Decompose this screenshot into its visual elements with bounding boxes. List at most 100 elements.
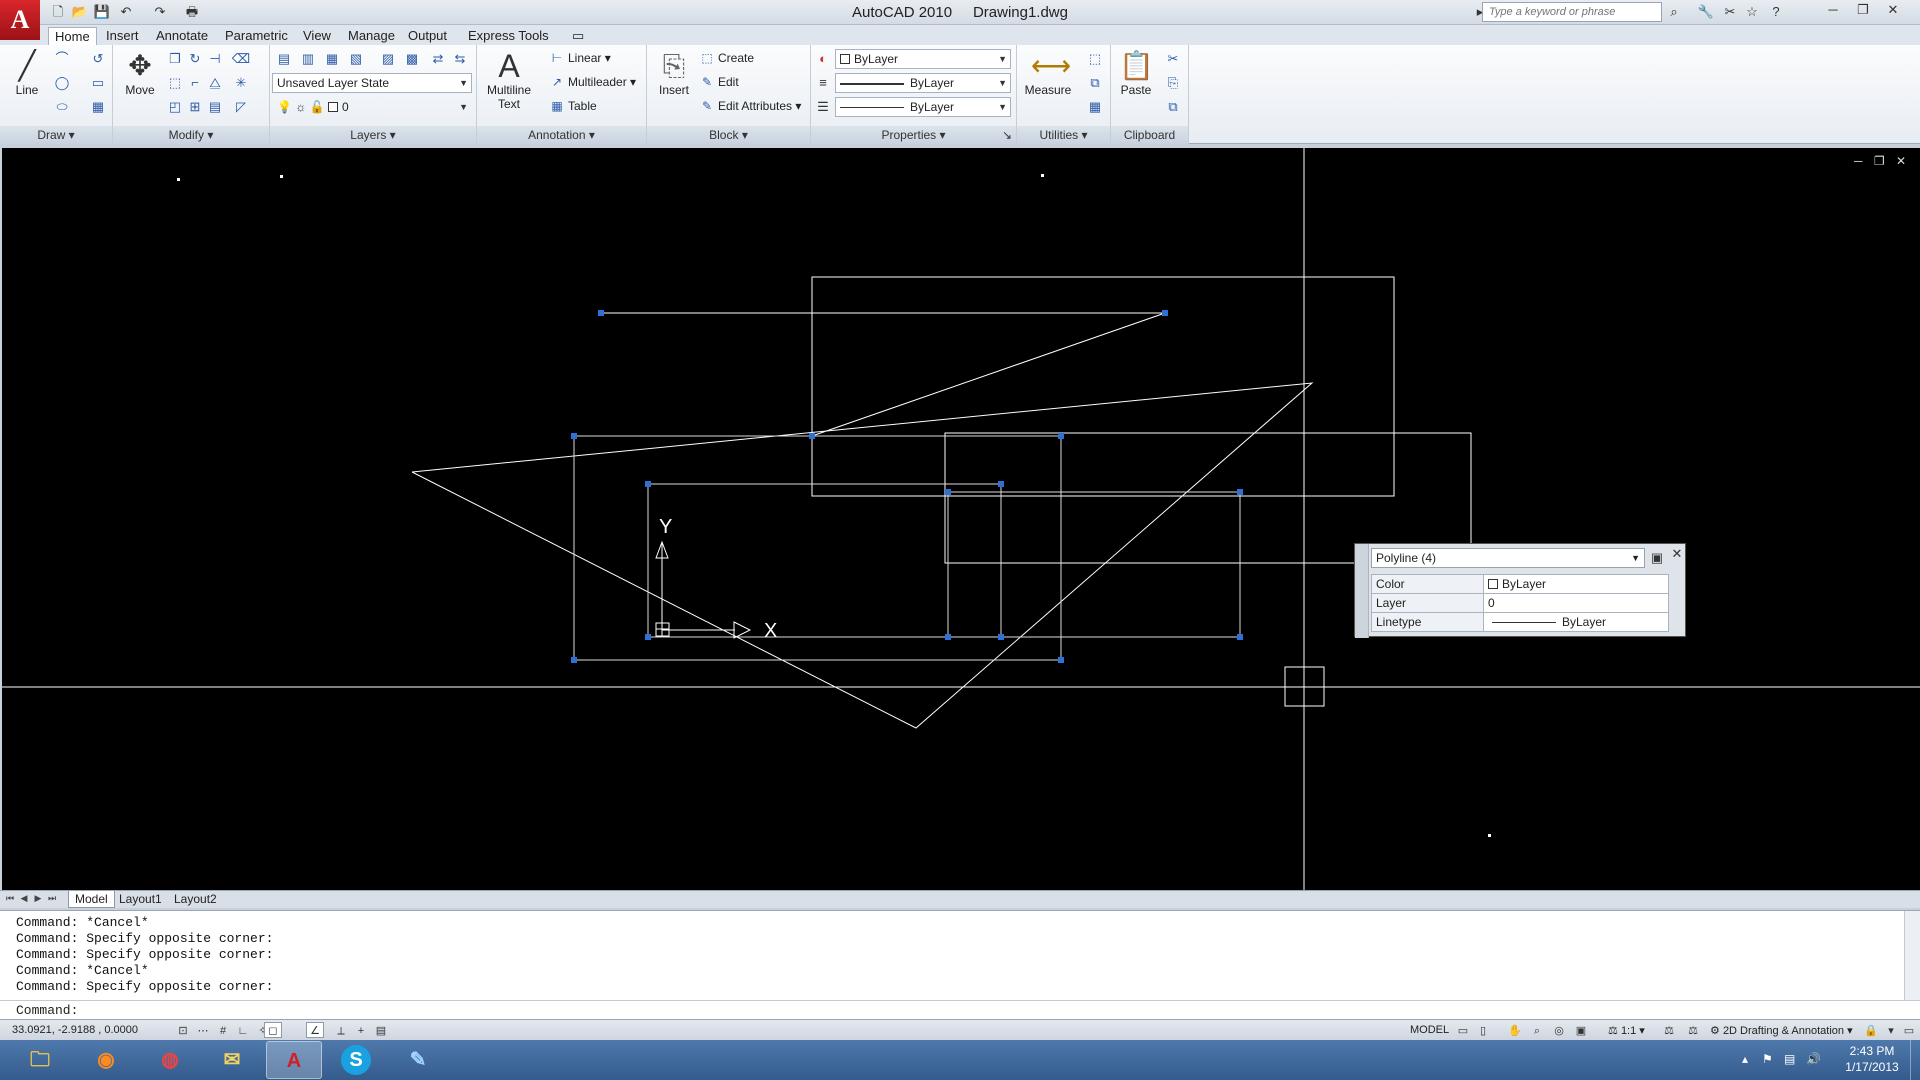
outlook-icon[interactable]: ✉ <box>204 1041 260 1079</box>
command-scrollbar[interactable] <box>1904 911 1920 1001</box>
chamfer-icon[interactable]: ◸ <box>231 97 251 117</box>
show-hidden-icons-icon[interactable]: ▴ <box>1742 1052 1748 1066</box>
circle-icon[interactable]: ◯ <box>52 73 72 93</box>
layer-match-icon[interactable]: ▨ <box>378 49 398 69</box>
close-icon[interactable]: ✕ <box>1667 544 1687 564</box>
rotate-icon[interactable]: ↻ <box>185 49 205 69</box>
model-space-label[interactable]: MODEL <box>1410 1024 1449 1036</box>
annotation-autoscale-icon[interactable]: ⚖ <box>1684 1022 1702 1038</box>
tab-express-tools[interactable]: Express Tools <box>462 27 555 45</box>
property-value[interactable]: 0 <box>1483 593 1669 613</box>
polyline-long-triangle[interactable] <box>411 382 1314 729</box>
copy-clip-icon[interactable]: ⎘ <box>1163 73 1183 93</box>
layer-off-icon[interactable]: ▦ <box>322 49 342 69</box>
block-panel-title[interactable]: Block ▾ <box>647 126 810 144</box>
selection-type-dropdown[interactable]: Polyline (4) ▼ <box>1371 548 1645 568</box>
prev-layout-icon[interactable]: ◀ <box>18 893 30 904</box>
next-layout-icon[interactable]: ▶ <box>32 893 44 904</box>
grip[interactable] <box>945 634 951 640</box>
table-row[interactable]: Linetype ByLayer <box>1371 612 1669 632</box>
communication-center-icon[interactable]: ✂ <box>1720 3 1740 21</box>
arc-icon[interactable]: ↺ <box>88 49 108 69</box>
tab-model[interactable]: Model <box>68 891 115 908</box>
layer-iso-icon[interactable]: ▥ <box>298 49 318 69</box>
grip[interactable] <box>945 489 951 495</box>
tab-parametric[interactable]: Parametric <box>219 27 294 45</box>
properties-panel-title[interactable]: Properties ▾ ↘ <box>811 126 1016 144</box>
paste-button[interactable]: 📋 Paste <box>1115 49 1157 97</box>
line-button[interactable]: ╱ Line <box>6 49 48 97</box>
grip[interactable] <box>645 634 651 640</box>
edit-block-button[interactable]: ✎ Edit <box>699 75 739 89</box>
quick-properties-icon[interactable]: ▤ <box>372 1022 390 1038</box>
restore-button[interactable]: ❐ <box>1848 0 1878 20</box>
grip[interactable] <box>809 433 815 439</box>
grid-display-icon[interactable]: # <box>214 1022 232 1038</box>
steering-wheel-icon[interactable]: ◎ <box>1550 1022 1568 1038</box>
quick-view-drawings-icon[interactable]: ▯ <box>1474 1022 1492 1038</box>
showmotion-icon[interactable]: ▣ <box>1572 1022 1590 1038</box>
ellipse-icon[interactable]: ⬭ <box>52 97 72 117</box>
dynamic-input-icon[interactable]: + <box>352 1022 370 1038</box>
match-icon[interactable]: ⧉ <box>1163 97 1183 117</box>
color-dropdown[interactable]: ByLayer ▼ <box>835 49 1011 69</box>
status-menu-icon[interactable]: ▾ <box>1882 1022 1900 1038</box>
linetype-dropdown[interactable]: ByLayer ▼ <box>835 97 1011 117</box>
annotation-scale[interactable]: ⚖ 1:1 ▾ <box>1608 1024 1645 1037</box>
calculator-icon[interactable]: ▦ <box>1085 97 1105 117</box>
match-properties-icon[interactable]: ◐ <box>813 49 833 69</box>
clipboard-panel-title[interactable]: Clipboard <box>1111 126 1188 144</box>
layer-freeze-icon[interactable]: ▧ <box>346 49 366 69</box>
layout-preview-icon[interactable]: ▭ <box>1454 1022 1472 1038</box>
tab-view[interactable]: View <box>297 27 337 45</box>
array-icon[interactable]: ⊞ <box>185 97 205 117</box>
grip[interactable] <box>998 634 1004 640</box>
rectangle-selected-large[interactable] <box>573 435 1062 661</box>
grip[interactable] <box>1058 657 1064 663</box>
grip[interactable] <box>1237 489 1243 495</box>
tab-manage[interactable]: Manage <box>342 27 401 45</box>
app-menu-button[interactable]: A <box>0 0 40 40</box>
move-button[interactable]: ✥ Move <box>119 49 161 97</box>
drag-handle[interactable] <box>1355 544 1369 638</box>
hatch-icon[interactable]: ▦ <box>88 97 108 117</box>
layer-merge-icon[interactable]: ⇄ <box>428 49 448 69</box>
annotation-panel-title[interactable]: Annotation ▾ <box>477 126 646 144</box>
panel-launcher-icon[interactable]: ↘ <box>1002 126 1012 144</box>
tab-home[interactable]: Home <box>48 27 97 45</box>
ribbon-minimize-icon[interactable]: ▭ <box>566 27 590 45</box>
rectangle-large-top[interactable] <box>811 276 1395 497</box>
grip[interactable] <box>998 481 1004 487</box>
infer-constraints-icon[interactable]: ⊡ <box>174 1022 192 1038</box>
toolbar-lock-icon[interactable]: 🔒 <box>1862 1022 1880 1038</box>
table-button[interactable]: ▦ Table <box>549 99 596 113</box>
linear-dimension-button[interactable]: ⊢ Linear ▾ <box>549 51 611 65</box>
multiline-text-button[interactable]: A Multiline Text <box>483 49 535 111</box>
offset-icon[interactable]: ▤ <box>205 97 225 117</box>
erase-icon[interactable]: ⌫ <box>231 49 251 69</box>
subscription-icon[interactable]: 🔧 <box>1696 3 1716 21</box>
pan-icon[interactable]: ✋ <box>1506 1022 1524 1038</box>
annotation-visibility-icon[interactable]: ⚖ <box>1660 1022 1678 1038</box>
clean-screen-icon[interactable]: ▭ <box>1900 1022 1918 1038</box>
workspace-switch[interactable]: ⚙ 2D Drafting & Annotation ▾ <box>1710 1024 1853 1037</box>
trim-icon[interactable]: ⊣ <box>205 49 225 69</box>
draw-panel-title[interactable]: Draw ▾ <box>0 126 112 144</box>
notepad-icon[interactable]: ✎ <box>390 1041 446 1079</box>
show-desktop-button[interactable] <box>1910 1040 1920 1080</box>
mirror-icon[interactable]: ⧋ <box>205 73 225 93</box>
quick-select-icon[interactable]: ⬚ <box>1085 49 1105 69</box>
insert-block-button[interactable]: ⎘ Insert <box>653 49 695 97</box>
grip[interactable] <box>1058 433 1064 439</box>
layers-panel-title[interactable]: Layers ▾ <box>270 126 476 144</box>
multileader-button[interactable]: ↗ Multileader ▾ <box>549 75 636 89</box>
property-value[interactable]: ByLayer <box>1483 612 1669 632</box>
search-input[interactable] <box>1482 2 1662 22</box>
help-icon[interactable]: ? <box>1766 3 1786 21</box>
cut-icon[interactable]: ✂ <box>1163 49 1183 69</box>
first-layout-icon[interactable]: ⏮ <box>4 893 16 904</box>
grip[interactable] <box>645 481 651 487</box>
property-value[interactable]: ByLayer <box>1483 574 1669 594</box>
file-explorer-icon[interactable]: 🗀 <box>12 1041 68 1079</box>
layer-properties-icon[interactable]: ▤ <box>274 49 294 69</box>
